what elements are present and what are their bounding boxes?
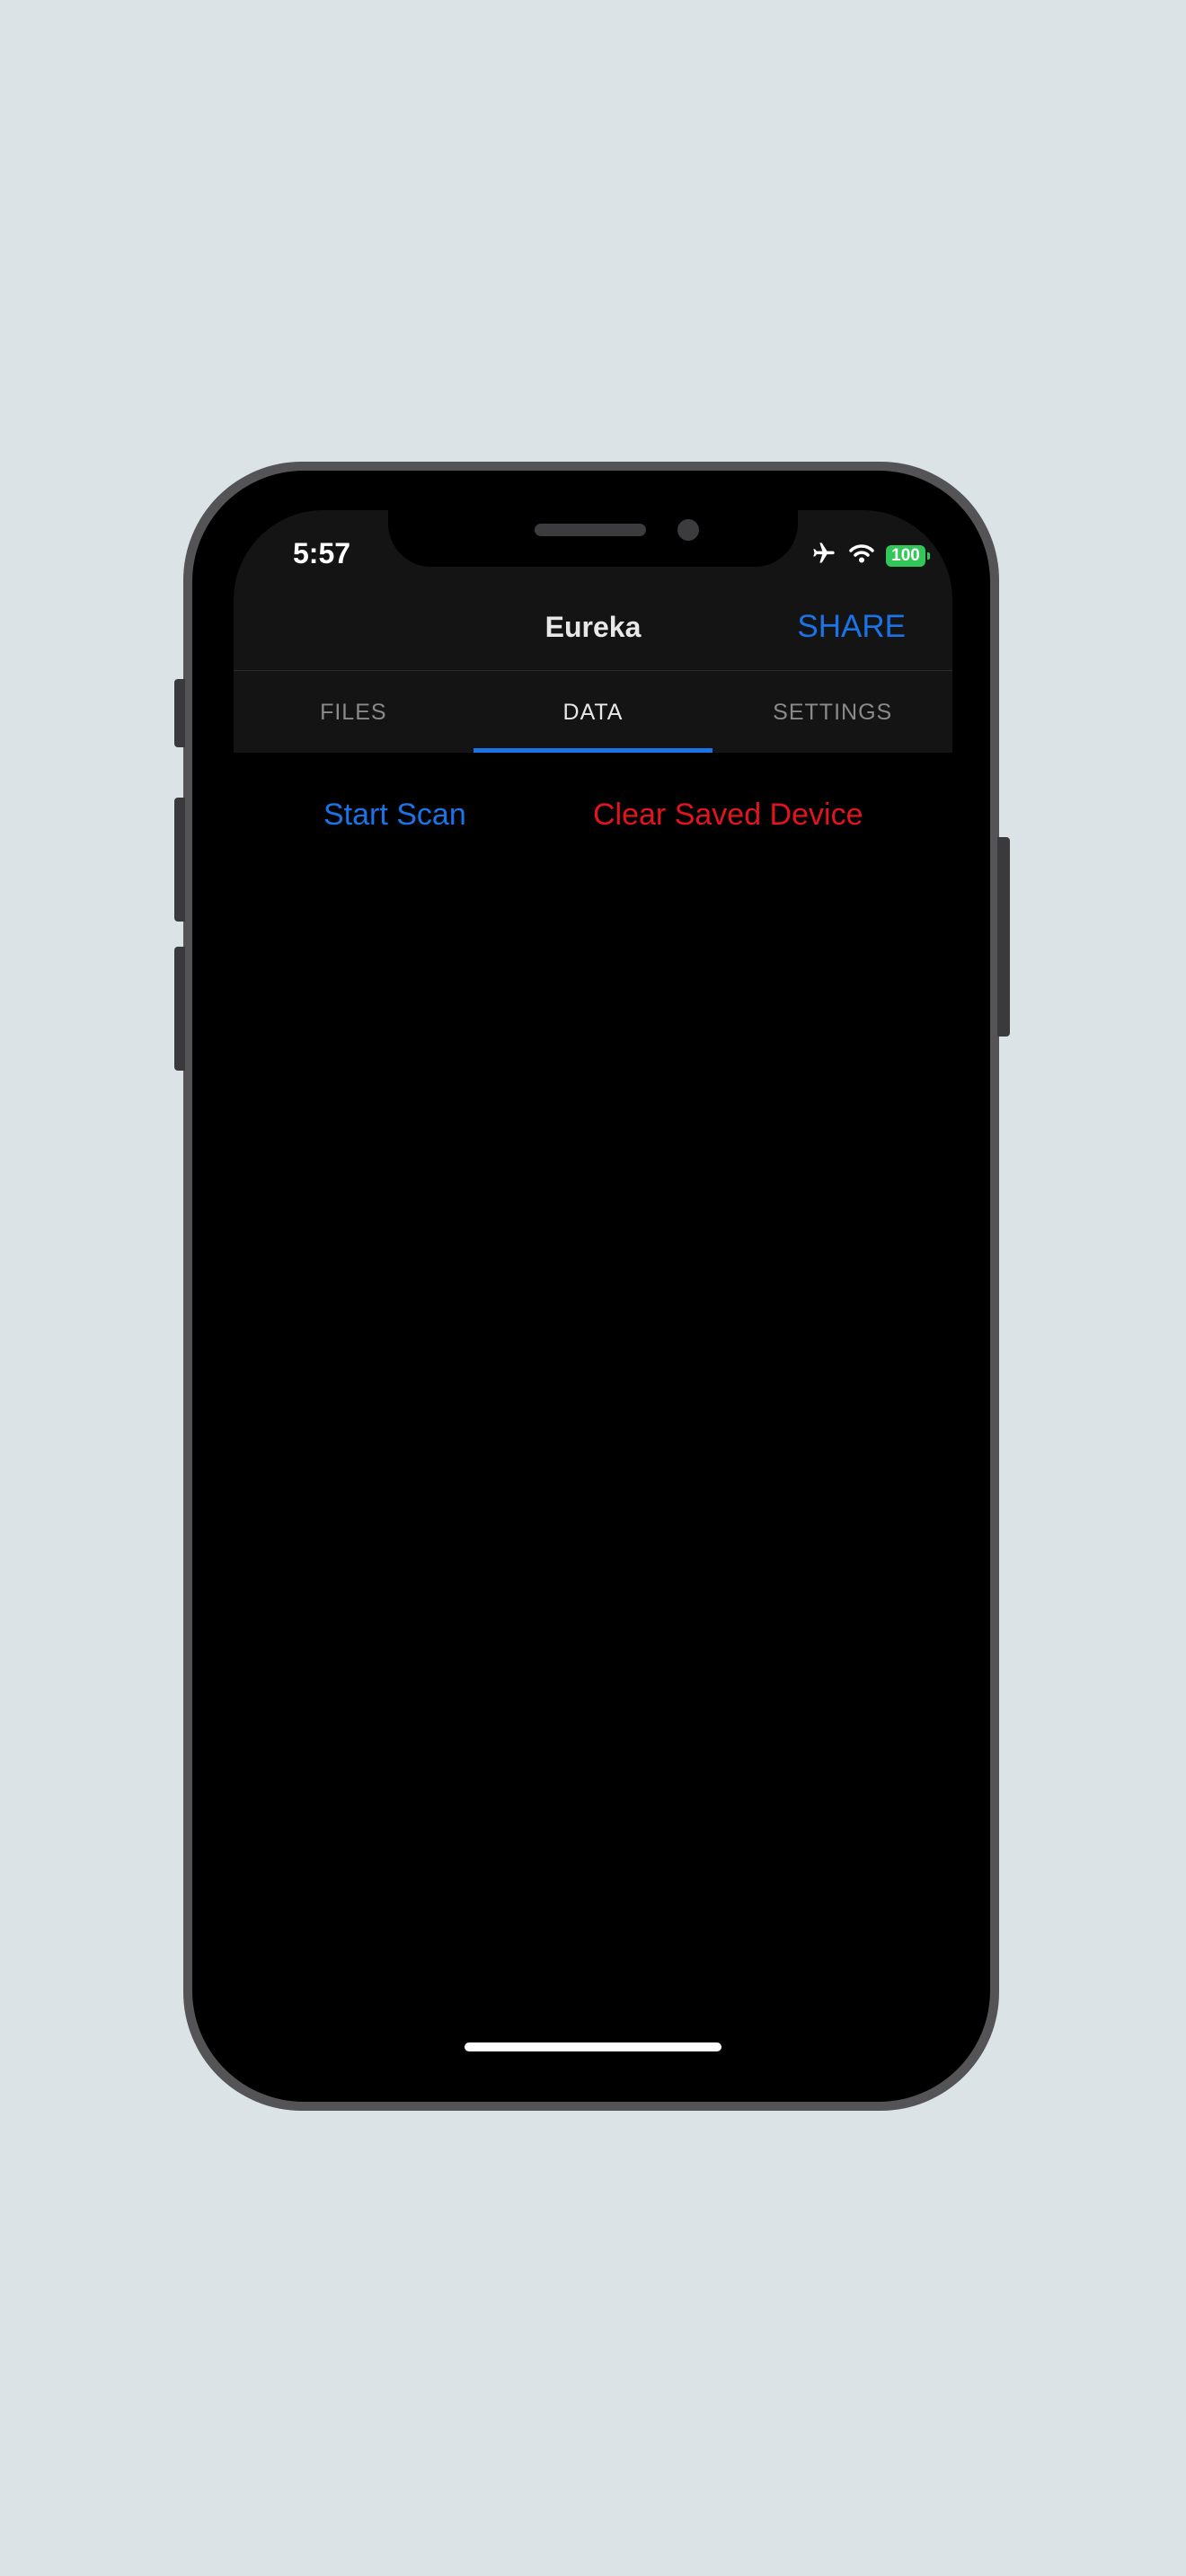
nav-divider bbox=[234, 670, 952, 671]
camera-icon bbox=[677, 519, 699, 541]
status-time: 5:57 bbox=[293, 537, 351, 569]
volume-down-button bbox=[174, 947, 185, 1071]
airplane-icon bbox=[810, 541, 837, 570]
wifi-icon bbox=[848, 543, 875, 569]
share-button[interactable]: SHARE bbox=[797, 609, 906, 645]
start-scan-button[interactable]: Start Scan bbox=[323, 798, 466, 833]
clear-saved-device-button[interactable]: Clear Saved Device bbox=[593, 798, 863, 833]
power-button bbox=[997, 837, 1010, 1037]
notch bbox=[388, 510, 798, 567]
app-screen: 5:57 100 Eureka SHARE FILES DATA SETTING… bbox=[234, 510, 952, 2057]
volume-up-button bbox=[174, 798, 185, 922]
speaker-grille bbox=[535, 524, 646, 536]
mute-switch bbox=[174, 679, 185, 747]
tab-files[interactable]: FILES bbox=[234, 672, 474, 753]
battery-icon: 100 bbox=[886, 544, 930, 567]
home-indicator[interactable] bbox=[465, 2042, 721, 2051]
tab-settings[interactable]: SETTINGS bbox=[712, 672, 952, 753]
tab-data[interactable]: DATA bbox=[473, 672, 713, 753]
status-icons: 100 bbox=[810, 541, 930, 570]
tab-bar: FILES DATA SETTINGS bbox=[234, 672, 952, 753]
